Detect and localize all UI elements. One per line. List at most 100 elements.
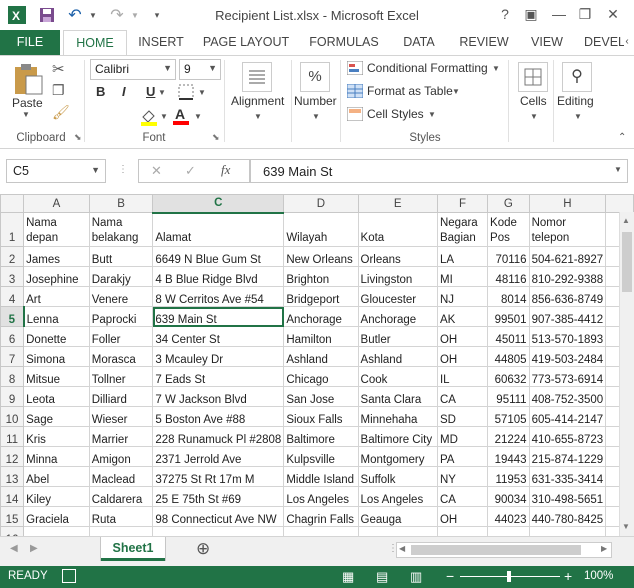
tab-view[interactable]: VIEW	[526, 30, 568, 55]
hscroll-thumb[interactable]	[411, 545, 581, 555]
sheet-prev-icon[interactable]: ◀	[10, 543, 18, 554]
cell-h14[interactable]: 310-498-5651	[528, 486, 607, 507]
vertical-scrollbar[interactable]: ▲ ▼	[619, 212, 634, 536]
cell-a7[interactable]: Simona	[23, 346, 90, 367]
row-header[interactable]: 15	[0, 506, 25, 527]
cell-e7[interactable]: Ashland	[357, 346, 438, 367]
cell-f13[interactable]: NY	[436, 466, 489, 487]
cell-g3[interactable]: 48116	[487, 266, 530, 287]
cell-c8[interactable]: 7 Eads St	[152, 366, 285, 387]
cell-f9[interactable]: CA	[436, 386, 489, 407]
cell-d3[interactable]: Brighton	[283, 266, 359, 287]
cell-e1[interactable]: Kota	[357, 212, 438, 247]
cell-b15[interactable]: Ruta	[88, 506, 154, 527]
cell-e4[interactable]: Gloucester	[357, 286, 438, 307]
cell-d1[interactable]: Wilayah	[283, 212, 359, 247]
cell-f6[interactable]: OH	[436, 326, 489, 347]
number-dropdown-icon[interactable]: ▼	[312, 112, 320, 121]
paste-dropdown-icon[interactable]: ▼	[22, 110, 30, 119]
cell-h7[interactable]: 419-503-2484	[528, 346, 607, 367]
column-header-c[interactable]: C	[152, 194, 285, 214]
cell-a4[interactable]: Art	[23, 286, 90, 307]
borders-icon[interactable]	[178, 84, 194, 100]
cell-a13[interactable]: Abel	[23, 466, 90, 487]
scroll-left-icon[interactable]: ◀	[399, 544, 405, 553]
row-header[interactable]: 12	[0, 446, 25, 467]
tab-formulas[interactable]: FORMULAS	[306, 30, 382, 55]
number-format-icon[interactable]: %	[300, 62, 330, 92]
cell-h3[interactable]: 810-292-9388	[528, 266, 607, 287]
tab-insert[interactable]: INSERT	[136, 30, 186, 55]
cell-b13[interactable]: Maclead	[88, 466, 154, 487]
font-launcher-icon[interactable]: ⬊	[212, 132, 220, 143]
cell-c7[interactable]: 3 Mcauley Dr	[152, 346, 285, 367]
macro-record-icon[interactable]	[62, 569, 76, 583]
cell-d11[interactable]: Baltimore	[283, 426, 359, 447]
bold-button[interactable]: B	[96, 84, 105, 99]
sheet-tab-sheet1[interactable]: Sheet1	[101, 537, 165, 561]
cell-c9[interactable]: 7 W Jackson Blvd	[152, 386, 285, 407]
cell-b4[interactable]: Venere	[88, 286, 154, 307]
cell-g11[interactable]: 21224	[487, 426, 530, 447]
zoom-out-icon[interactable]: −	[446, 568, 454, 584]
font-color-dropdown-icon[interactable]: ▼	[194, 112, 202, 121]
underline-button[interactable]: U	[146, 84, 155, 99]
cell-f15[interactable]: OH	[436, 506, 489, 527]
cell-c2[interactable]: 6649 N Blue Gum St	[152, 246, 285, 267]
column-header-d[interactable]: D	[283, 194, 359, 213]
sheet-next-icon[interactable]: ▶	[30, 543, 38, 554]
zoom-in-icon[interactable]: +	[564, 568, 572, 584]
cell-a6[interactable]: Donette	[23, 326, 90, 347]
borders-dropdown-icon[interactable]: ▼	[198, 88, 206, 97]
chevron-down-icon[interactable]: ▼	[492, 64, 500, 73]
name-box[interactable]: C5 ▼	[6, 159, 106, 183]
fill-color-icon[interactable]	[140, 108, 158, 126]
font-color-icon[interactable]: A	[172, 106, 190, 126]
row-header[interactable]: 8	[0, 366, 25, 387]
select-all-corner[interactable]	[0, 194, 25, 213]
format-painter-icon[interactable]: 🖌	[52, 104, 70, 121]
tab-review[interactable]: REVIEW	[456, 30, 512, 55]
cell-f2[interactable]: LA	[436, 246, 489, 267]
cell-e3[interactable]: Livingston	[357, 266, 438, 287]
cell-c4[interactable]: 8 W Cerritos Ave #54	[152, 286, 285, 307]
row-header[interactable]: 16	[0, 526, 25, 536]
page-layout-view-icon[interactable]: ▤	[376, 569, 388, 585]
expand-formula-bar-icon[interactable]: ▼	[614, 165, 622, 174]
cell-g7[interactable]: 44805	[487, 346, 530, 367]
cell-g13[interactable]: 11953	[487, 466, 530, 487]
row-header[interactable]: 14	[0, 486, 25, 507]
cell-g15[interactable]: 44023	[487, 506, 530, 527]
clipboard-launcher-icon[interactable]: ⬊	[74, 132, 82, 143]
paste-button[interactable]: Paste	[12, 96, 43, 110]
insert-function-button[interactable]: fx	[221, 162, 230, 178]
cell-f10[interactable]: SD	[436, 406, 489, 427]
cell-g16[interactable]	[487, 526, 530, 536]
row-header[interactable]: 11	[0, 426, 25, 447]
help-button[interactable]: ?	[494, 4, 516, 24]
cell-e11[interactable]: Baltimore City	[357, 426, 438, 447]
cell-h15[interactable]: 440-780-8425	[528, 506, 607, 527]
cell-a16[interactable]	[23, 526, 90, 536]
cell-d5[interactable]: Anchorage	[283, 306, 359, 327]
cells-icon[interactable]	[518, 62, 548, 92]
cell-e13[interactable]: Suffolk	[357, 466, 438, 487]
cell-b8[interactable]: Tollner	[88, 366, 154, 387]
cell-d13[interactable]: Middle Island	[283, 466, 359, 487]
cell-g5[interactable]: 99501	[487, 306, 530, 327]
cell-a3[interactable]: Josephine	[23, 266, 90, 287]
close-button[interactable]: ✕	[602, 4, 624, 24]
cell-c15[interactable]: 98 Connecticut Ave NW	[152, 506, 285, 527]
cell-b9[interactable]: Dilliard	[88, 386, 154, 407]
cell-b14[interactable]: Caldarera	[88, 486, 154, 507]
cell-d10[interactable]: Sioux Falls	[283, 406, 359, 427]
cell-e5[interactable]: Anchorage	[357, 306, 438, 327]
collapse-ribbon-icon[interactable]: ⌃	[618, 132, 626, 143]
column-header-a[interactable]: A	[23, 194, 90, 213]
cell-f7[interactable]: OH	[436, 346, 489, 367]
cell-c10[interactable]: 5 Boston Ave #88	[152, 406, 285, 427]
row-header[interactable]: 3	[0, 266, 25, 287]
cell-e2[interactable]: Orleans	[357, 246, 438, 267]
cell-g10[interactable]: 57105	[487, 406, 530, 427]
row-header[interactable]: 13	[0, 466, 25, 487]
